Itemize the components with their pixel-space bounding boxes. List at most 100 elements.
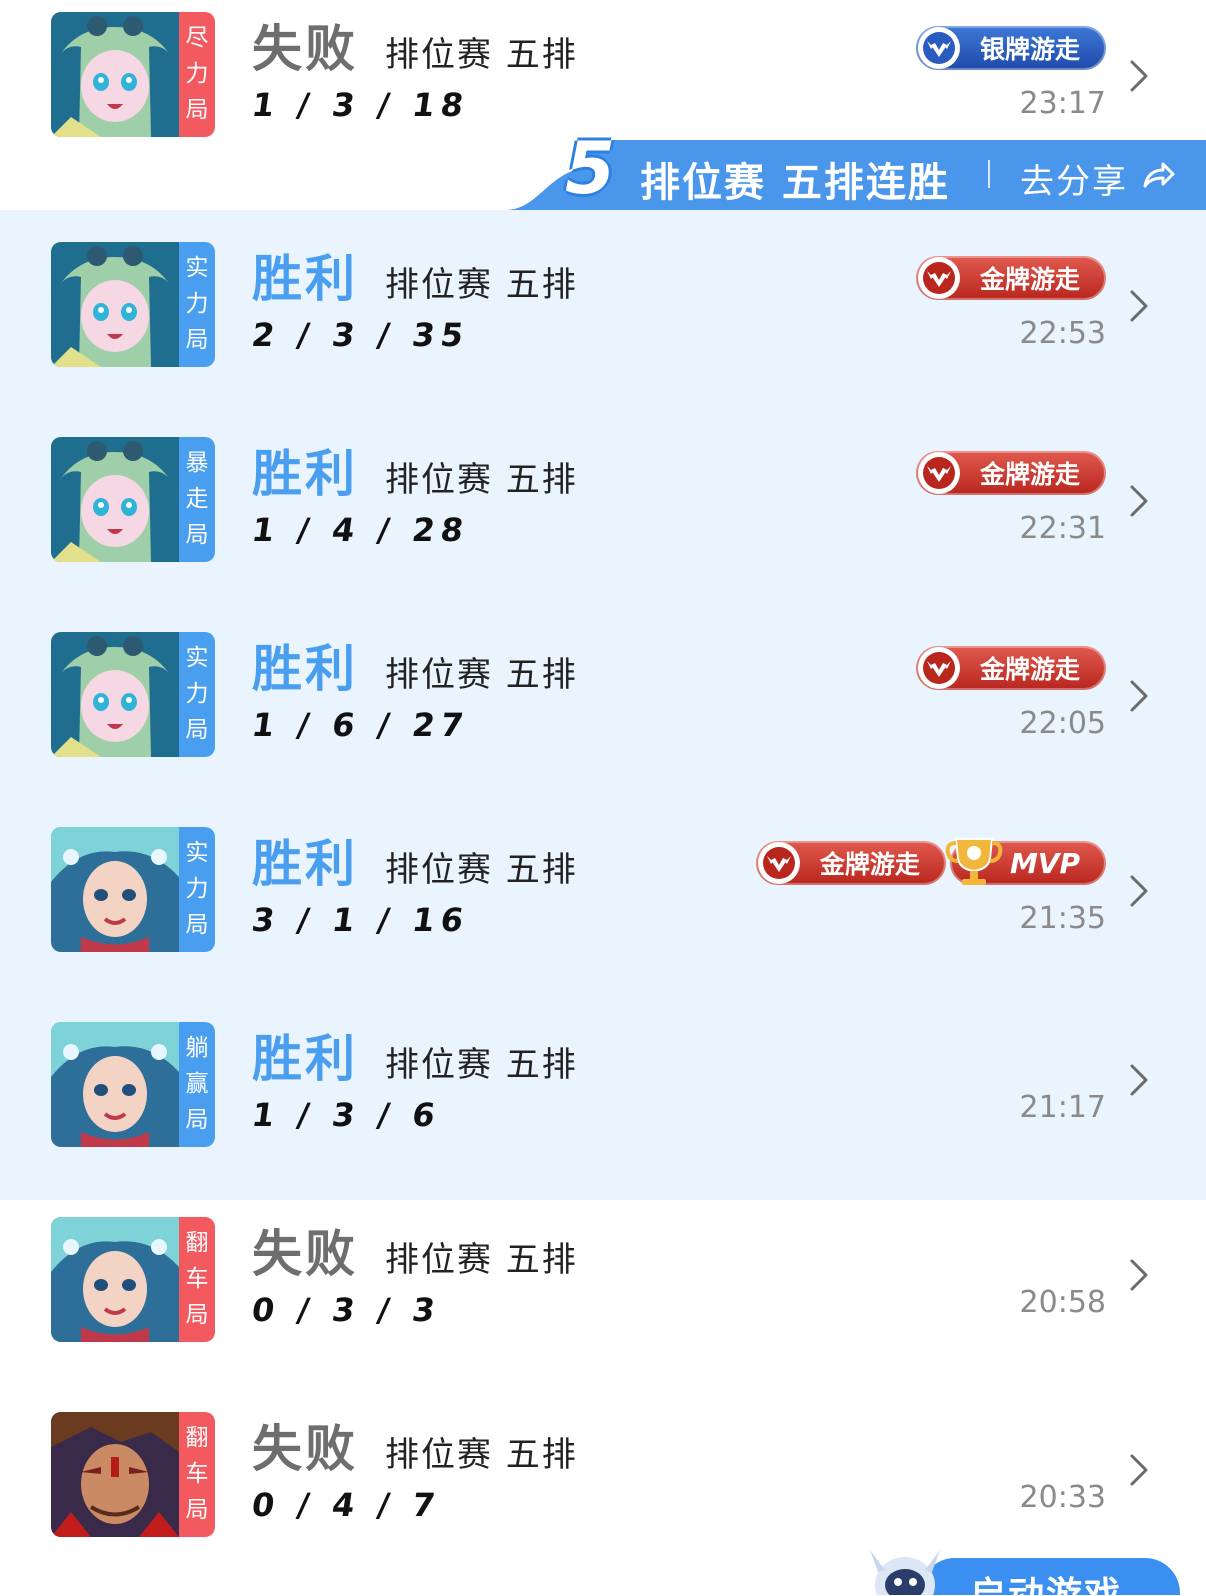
match-rating-tag-char: 暴 (185, 450, 209, 476)
match-rating-tag: 实力局 (179, 632, 215, 757)
match-kda: 2 / 3 / 35 (249, 316, 472, 354)
launch-game-button[interactable]: 启动游戏 (860, 1530, 1180, 1595)
match-rating-tag-char: 局 (185, 522, 209, 548)
match-mode: 排位赛 五排 (385, 265, 578, 305)
match-badges: 银牌游走 (915, 26, 1106, 70)
match-rating-tag-char: 实 (185, 840, 209, 866)
mascot-robot-icon (870, 1550, 940, 1595)
match-rating-tag-char: 局 (185, 1302, 209, 1328)
match-row[interactable]: 实力局 胜利 排位赛 五排 2 / 3 / 35 金牌游走 22:53 (0, 230, 1206, 426)
wings-emblem-icon (917, 452, 960, 494)
match-result: 胜利 (252, 250, 358, 308)
match-mode: 排位赛 五排 (385, 1045, 578, 1085)
match-kda: 3 / 1 / 16 (249, 901, 472, 939)
match-rating-tag-char: 车 (185, 1266, 209, 1292)
match-rating-tag-char: 局 (185, 912, 209, 938)
match-rating-tag-char: 躺 (185, 1035, 209, 1061)
match-result: 胜利 (252, 835, 358, 893)
hero-avatar: 实力局 (51, 632, 215, 757)
match-rating-tag-char: 翻 (185, 1230, 209, 1256)
match-badges: 金牌游走 (915, 256, 1106, 300)
match-rating-tag-char: 局 (185, 1497, 209, 1523)
match-rating-tag-char: 实 (185, 645, 209, 671)
match-rating-tag-char: 力 (185, 291, 209, 317)
hero-portrait-icon (51, 1022, 179, 1147)
match-rating-tag: 实力局 (179, 827, 215, 952)
match-mode: 排位赛 五排 (385, 655, 578, 695)
chevron-right-icon[interactable] (1128, 678, 1150, 714)
badge-label: 银牌游走 (979, 35, 1080, 64)
badge-label: 金牌游走 (979, 460, 1080, 489)
match-row[interactable]: 翻车局 失败 排位赛 五排 0 / 3 / 3 20:58 (0, 1205, 1206, 1401)
match-rating-tag-char: 局 (185, 717, 209, 743)
streak-divider (988, 160, 990, 188)
match-result: 失败 (252, 1420, 358, 1478)
match-time: 22:05 (1019, 706, 1106, 741)
match-rating-tag-char: 力 (185, 681, 209, 707)
mvp-badge: MVP (945, 838, 1106, 885)
share-button[interactable]: 去分享 (1020, 154, 1128, 203)
gold-position-badge: 金牌游走 (915, 256, 1106, 300)
match-rating-tag-char: 翻 (185, 1425, 209, 1451)
match-mode: 排位赛 五排 (385, 460, 578, 500)
match-rating-tag-char: 走 (185, 486, 209, 512)
match-result: 失败 (252, 20, 358, 78)
wings-emblem-icon (917, 27, 960, 69)
match-rating-tag: 翻车局 (179, 1412, 215, 1537)
hero-portrait-icon (51, 1217, 179, 1342)
match-rating-tag-char: 力 (185, 876, 209, 902)
match-time: 20:33 (1019, 1480, 1106, 1515)
launch-button-label[interactable]: 启动游戏 (970, 1566, 1122, 1595)
hero-avatar: 翻车局 (51, 1412, 215, 1537)
match-row[interactable]: 躺赢局 胜利 排位赛 五排 1 / 3 / 6 21:17 (0, 1010, 1206, 1206)
chevron-right-icon[interactable] (1128, 58, 1150, 94)
match-result: 失败 (252, 1225, 358, 1283)
match-mode: 排位赛 五排 (385, 1435, 578, 1475)
hero-portrait-icon (51, 437, 179, 562)
gold-position-badge: 金牌游走 (755, 841, 946, 885)
hero-portrait-icon (51, 827, 179, 952)
chevron-right-icon[interactable] (1128, 1257, 1150, 1293)
streak-count: 5 (565, 126, 616, 210)
match-row[interactable]: 暴走局 胜利 排位赛 五排 1 / 4 / 28 金牌游走 22:31 (0, 425, 1206, 621)
hero-avatar: 尽力局 (51, 12, 215, 137)
silver-position-badge: 银牌游走 (915, 26, 1106, 70)
match-rating-tag-char: 赢 (185, 1071, 209, 1097)
chevron-right-icon[interactable] (1128, 1062, 1150, 1098)
win-streak-banner[interactable]: 5 排位赛 五排连胜 去分享 (505, 126, 1206, 210)
match-rating-tag: 尽力局 (179, 12, 215, 137)
match-result: 胜利 (252, 445, 358, 503)
match-rating-tag-char: 车 (185, 1461, 209, 1487)
match-row[interactable]: 实力局 胜利 排位赛 五排 3 / 1 / 16 金牌游走 MVP 21:35 (0, 815, 1206, 1011)
match-rating-tag-char: 局 (185, 97, 209, 123)
match-rating-tag-char: 实 (185, 255, 209, 281)
hero-avatar: 实力局 (51, 242, 215, 367)
match-rating-tag-char: 力 (185, 61, 209, 87)
chevron-right-icon[interactable] (1128, 873, 1150, 909)
match-history-page: 尽力局失败 排位赛 五排 1 / 3 / 18 银牌游走 23:17 实力局胜利 排位赛 五… (0, 0, 1206, 1595)
share-arrow-icon[interactable] (1141, 160, 1175, 190)
match-kda: 1 / 6 / 27 (249, 706, 472, 744)
chevron-right-icon[interactable] (1128, 483, 1150, 519)
trophy-icon (945, 838, 1003, 885)
match-time: 23:17 (1019, 86, 1106, 121)
hero-avatar: 暴走局 (51, 437, 215, 562)
match-time: 21:35 (1019, 901, 1106, 936)
gold-position-badge: 金牌游走 (915, 451, 1106, 495)
match-rating-tag: 翻车局 (179, 1217, 215, 1342)
wings-emblem-icon (917, 647, 960, 689)
match-kda: 0 / 4 / 7 (249, 1486, 444, 1524)
wings-emblem-icon (757, 842, 800, 884)
gold-position-badge: 金牌游走 (915, 646, 1106, 690)
match-row[interactable]: 实力局 胜利 排位赛 五排 1 / 6 / 27 金牌游走 22:05 (0, 620, 1206, 816)
match-mode: 排位赛 五排 (385, 1240, 578, 1280)
match-rating-tag-char: 尽 (185, 25, 209, 51)
chevron-right-icon[interactable] (1128, 288, 1150, 324)
badge-label: 金牌游走 (979, 265, 1080, 294)
hero-portrait-icon (51, 242, 179, 367)
match-badges: 金牌游走 MVP (755, 838, 1106, 885)
hero-portrait-icon (51, 632, 179, 757)
chevron-right-icon[interactable] (1128, 1452, 1150, 1488)
hero-avatar: 翻车局 (51, 1217, 215, 1342)
match-kda: 1 / 3 / 6 (249, 1096, 444, 1134)
